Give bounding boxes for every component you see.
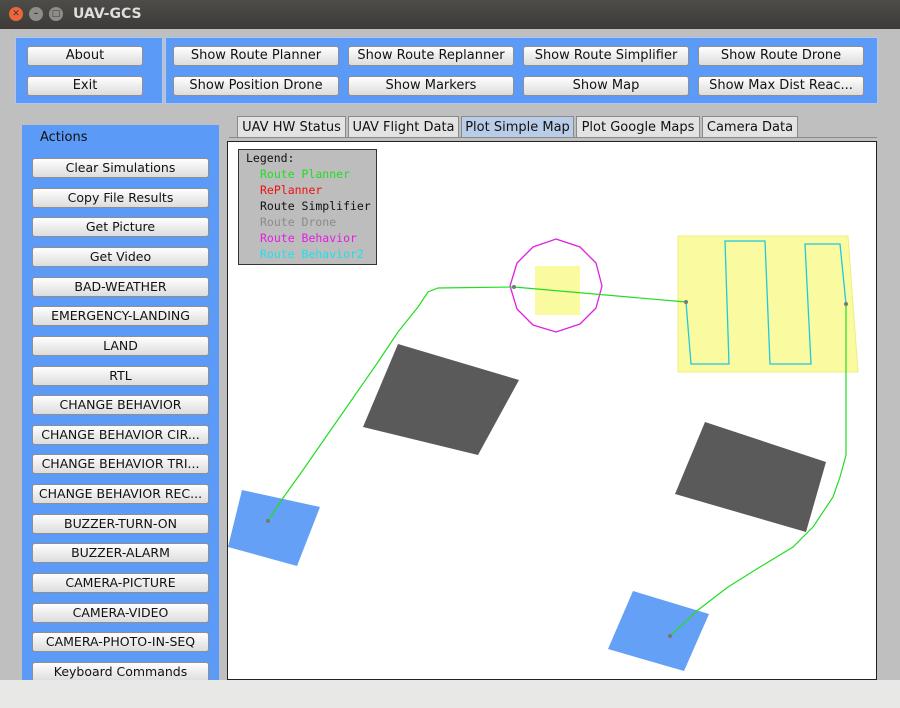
legend-route-planner: Route Planner — [260, 167, 351, 181]
close-window-button[interactable]: ✕ — [9, 7, 23, 21]
legend-replanner: RePlanner — [260, 183, 323, 197]
tab-underline — [229, 137, 877, 138]
emergency-landing-button[interactable]: EMERGENCY-LANDING — [32, 306, 209, 326]
land-button[interactable]: LAND — [32, 336, 209, 356]
camera-photo-in-seq-button[interactable]: CAMERA-PHOTO-IN-SEQ — [32, 632, 209, 652]
top-panel-left: About Exit — [15, 37, 163, 104]
legend-title: Legend: — [246, 151, 295, 165]
actions-heading: Actions — [40, 130, 88, 145]
tab-uav-flight-data[interactable]: UAV Flight Data — [348, 116, 459, 138]
get-video-button[interactable]: Get Video — [32, 247, 209, 267]
maximize-window-button[interactable]: □ — [49, 7, 63, 21]
window-title: UAV-GCS — [73, 6, 142, 22]
change-behavior-circle-button[interactable]: CHANGE BEHAVIOR CIR... — [32, 425, 209, 445]
obstacle-2 — [675, 422, 826, 532]
legend-route-drone: Route Drone — [260, 215, 337, 229]
change-behavior-button[interactable]: CHANGE BEHAVIOR — [32, 395, 209, 415]
show-route-simplifier-button[interactable]: Show Route Simplifier — [523, 46, 689, 66]
get-picture-button[interactable]: Get Picture — [32, 217, 209, 237]
tab-uav-hw-status[interactable]: UAV HW Status — [237, 116, 346, 138]
waypoint-end — [668, 634, 672, 638]
waypoint-area-entry — [684, 300, 688, 304]
top-panel-right: Show Route Planner Show Route Replanner … — [165, 37, 878, 104]
legend-route-behavior: Route Behavior — [260, 231, 357, 245]
show-route-replanner-button[interactable]: Show Route Replanner — [348, 46, 514, 66]
show-max-dist-reach-button[interactable]: Show Max Dist Reac... — [698, 76, 864, 96]
main-window: About Exit Show Route Planner Show Route… — [0, 29, 900, 682]
change-behavior-triangle-button[interactable]: CHANGE BEHAVIOR TRI... — [32, 454, 209, 474]
exit-button[interactable]: Exit — [27, 76, 143, 96]
bottom-strip — [0, 680, 900, 708]
tab-plot-simple-map[interactable]: Plot Simple Map — [461, 116, 574, 138]
obstacle-1 — [363, 344, 519, 455]
simple-map-canvas[interactable]: Legend: Route Planner RePlanner Route Si… — [227, 141, 877, 680]
tab-plot-google-maps[interactable]: Plot Google Maps — [576, 116, 700, 138]
camera-video-button[interactable]: CAMERA-VIDEO — [32, 603, 209, 623]
show-route-planner-button[interactable]: Show Route Planner — [173, 46, 339, 66]
legend-route-simplifier: Route Simplifier — [260, 199, 371, 213]
show-markers-button[interactable]: Show Markers — [348, 76, 514, 96]
end-base — [608, 591, 709, 671]
minimize-window-button[interactable]: – — [29, 7, 43, 21]
camera-picture-button[interactable]: CAMERA-PICTURE — [32, 573, 209, 593]
title-bar: ✕ – □ UAV-GCS — [0, 0, 900, 29]
copy-file-results-button[interactable]: Copy File Results — [32, 188, 209, 208]
show-position-drone-button[interactable]: Show Position Drone — [173, 76, 339, 96]
start-base — [228, 490, 320, 566]
keyboard-commands-button[interactable]: Keyboard Commands — [32, 662, 209, 682]
tab-camera-data[interactable]: Camera Data — [702, 116, 798, 138]
waypoint-area-exit — [844, 302, 848, 306]
show-route-drone-button[interactable]: Show Route Drone — [698, 46, 864, 66]
map-legend: Legend: Route Planner RePlanner Route Si… — [238, 149, 377, 265]
actions-sidebar: Actions Clear Simulations Copy File Resu… — [22, 125, 219, 682]
legend-route-behavior2: Route Behavior2 — [260, 247, 364, 261]
waypoint-circle — [512, 285, 516, 289]
show-map-button[interactable]: Show Map — [523, 76, 689, 96]
buzzer-turn-on-button[interactable]: BUZZER-TURN-ON — [32, 514, 209, 534]
bad-weather-button[interactable]: BAD-WEATHER — [32, 277, 209, 297]
waypoint-start — [266, 519, 270, 523]
buzzer-alarm-button[interactable]: BUZZER-ALARM — [32, 543, 209, 563]
about-button[interactable]: About — [27, 46, 143, 66]
change-behavior-rectangle-button[interactable]: CHANGE BEHAVIOR REC... — [32, 484, 209, 504]
clear-simulations-button[interactable]: Clear Simulations — [32, 158, 209, 178]
rtl-button[interactable]: RTL — [32, 366, 209, 386]
